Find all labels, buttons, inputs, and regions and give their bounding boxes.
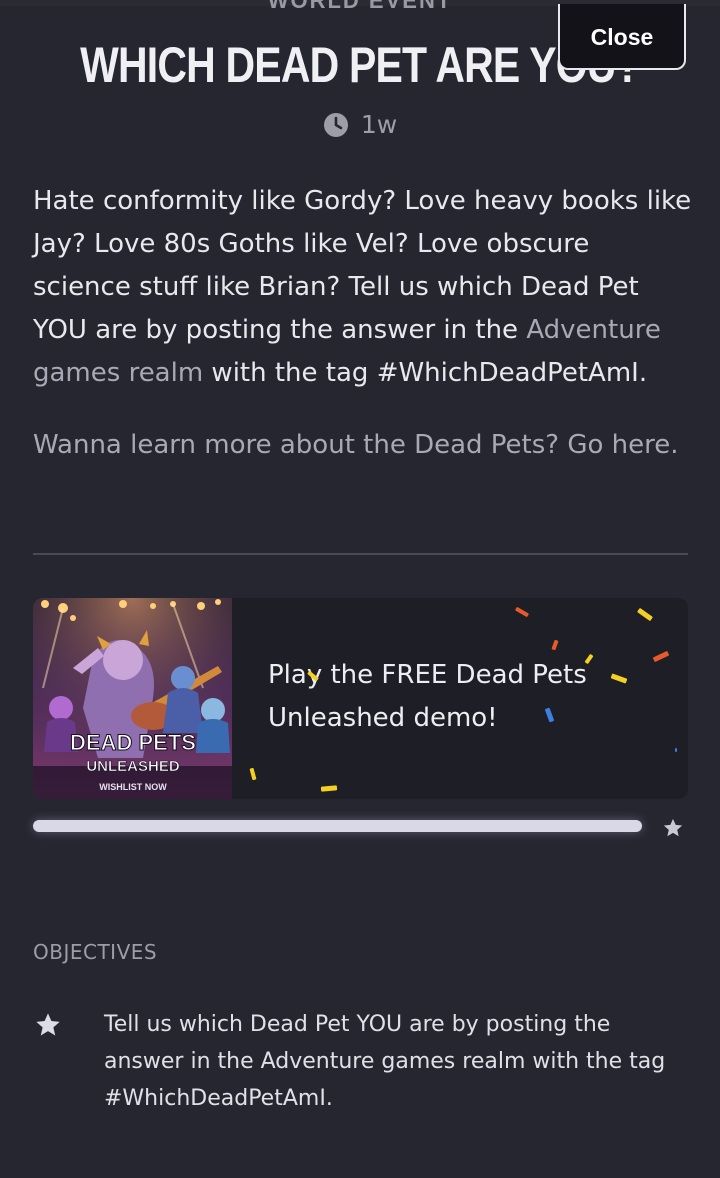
objective-star-icon: [34, 1011, 62, 1043]
promo-card[interactable]: DEAD PETS UNLEASHED WISHLIST NOW Play th…: [33, 598, 688, 799]
objectives-heading: OBJECTIVES: [33, 940, 158, 964]
event-age: 1w: [360, 110, 398, 139]
star-icon: [662, 817, 684, 843]
promo-artwork: DEAD PETS UNLEASHED WISHLIST NOW: [33, 598, 232, 799]
time-row: 1w: [0, 110, 720, 139]
objective-item: Tell us which Dead Pet YOU are by postin…: [104, 1012, 666, 1111]
promo-art-subtitle: UNLEASHED: [86, 758, 180, 775]
learn-more-link[interactable]: Wanna learn more about the Dead Pets? Go…: [33, 424, 693, 467]
clock-icon: [323, 112, 349, 138]
event-description: Hate conformity like Gordy? Love heavy b…: [33, 180, 693, 395]
description-text-end: with the tag #WhichDeadPetAmI.: [203, 358, 648, 388]
close-button[interactable]: Close: [558, 4, 686, 70]
divider: [33, 553, 688, 555]
promo-text[interactable]: Play the FREE Dead Pets Unleashed demo!: [268, 654, 648, 740]
progress-bar: [33, 820, 642, 832]
promo-art-tagline: WISHLIST NOW: [99, 782, 167, 792]
promo-art-title: DEAD PETS: [70, 730, 196, 755]
